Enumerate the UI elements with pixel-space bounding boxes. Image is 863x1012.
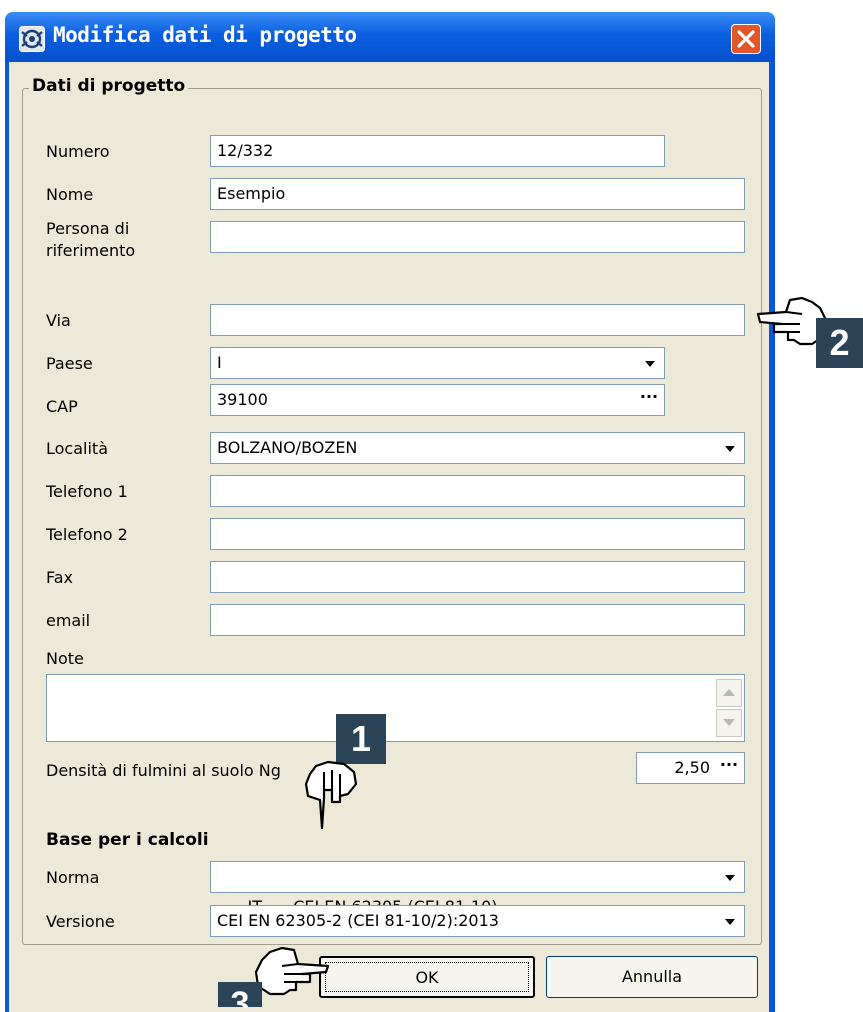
nome-label: Nome [46, 185, 94, 204]
window-title: Modifica dati di progetto [53, 23, 357, 47]
chevron-down-icon[interactable] [716, 862, 744, 892]
localita-select[interactable]: BOLZANO/BOZEN [210, 432, 745, 464]
densita-browse-button[interactable]: ··· [718, 753, 740, 783]
cap-input[interactable]: 39100 ··· [210, 384, 665, 416]
via-label: Via [46, 311, 71, 330]
paese-select[interactable]: I [210, 347, 665, 379]
telefono2-label: Telefono 2 [46, 525, 128, 544]
title-bar[interactable]: Modifica dati di progetto [5, 12, 775, 62]
callout-badge-2: 2 [816, 318, 863, 368]
densita-value: 2,50 [674, 758, 710, 777]
cancel-button[interactable]: Annulla [546, 956, 758, 998]
focus-rect [325, 962, 529, 992]
versione-select[interactable]: CEI EN 62305-2 (CEI 81-10/2):2013 [210, 905, 745, 937]
app-icon [19, 26, 45, 52]
cap-browse-button[interactable]: ··· [638, 385, 660, 415]
chevron-down-icon[interactable] [636, 348, 664, 378]
telefono1-label: Telefono 1 [46, 482, 128, 501]
fax-input[interactable] [210, 561, 745, 593]
scroll-up-icon[interactable] [716, 679, 742, 707]
persona-label-line1: Persona di [46, 219, 130, 238]
telefono1-input[interactable] [210, 475, 745, 507]
norma-select[interactable]: IT - CEI EN 62305 (CEI 81-10) [210, 861, 745, 916]
telefono2-input[interactable] [210, 518, 745, 550]
chevron-down-icon[interactable] [716, 433, 744, 463]
paese-label: Paese [46, 354, 93, 373]
persona-label-line2: riferimento [46, 241, 136, 260]
pointing-hand-icon [304, 760, 358, 830]
chevron-down-icon[interactable] [716, 906, 744, 936]
close-icon [737, 30, 755, 48]
norma-label: Norma [46, 868, 100, 887]
dialog-body: Dati di progetto Numero 12/332 Nome Esem… [9, 62, 769, 1012]
cap-label: CAP [46, 397, 78, 416]
email-input[interactable] [210, 604, 745, 636]
localita-label: Località [46, 439, 108, 458]
close-button[interactable] [731, 24, 761, 54]
nome-input[interactable]: Esempio [210, 178, 745, 210]
base-section-title: Base per i calcoli [46, 830, 209, 850]
note-label: Note [46, 649, 84, 668]
ok-button[interactable]: OK [319, 956, 535, 998]
persona-input[interactable] [210, 221, 745, 253]
callout-badge-3: 3 [218, 982, 262, 1007]
cap-value: 39100 [217, 390, 268, 409]
note-textarea[interactable] [46, 674, 745, 742]
fax-label: Fax [46, 568, 74, 587]
paese-value: I [217, 353, 222, 372]
versione-label: Versione [46, 912, 115, 931]
scroll-down-icon[interactable] [716, 709, 742, 737]
densita-label: Densità di fulmini al suolo Ng [46, 761, 281, 780]
versione-value: CEI EN 62305-2 (CEI 81-10/2):2013 [217, 911, 499, 930]
via-input[interactable] [210, 304, 745, 336]
dialog-window: Modifica dati di progetto Dati di proget… [5, 12, 775, 1012]
numero-label: Numero [46, 142, 110, 161]
project-data-group [22, 88, 762, 945]
localita-value: BOLZANO/BOZEN [217, 438, 358, 457]
cancel-label: Annulla [621, 967, 683, 986]
numero-input[interactable]: 12/332 [210, 135, 665, 167]
group-legend: Dati di progetto [29, 76, 189, 96]
densita-input[interactable]: 2,50 ··· [636, 752, 745, 784]
email-label: email [46, 611, 91, 630]
